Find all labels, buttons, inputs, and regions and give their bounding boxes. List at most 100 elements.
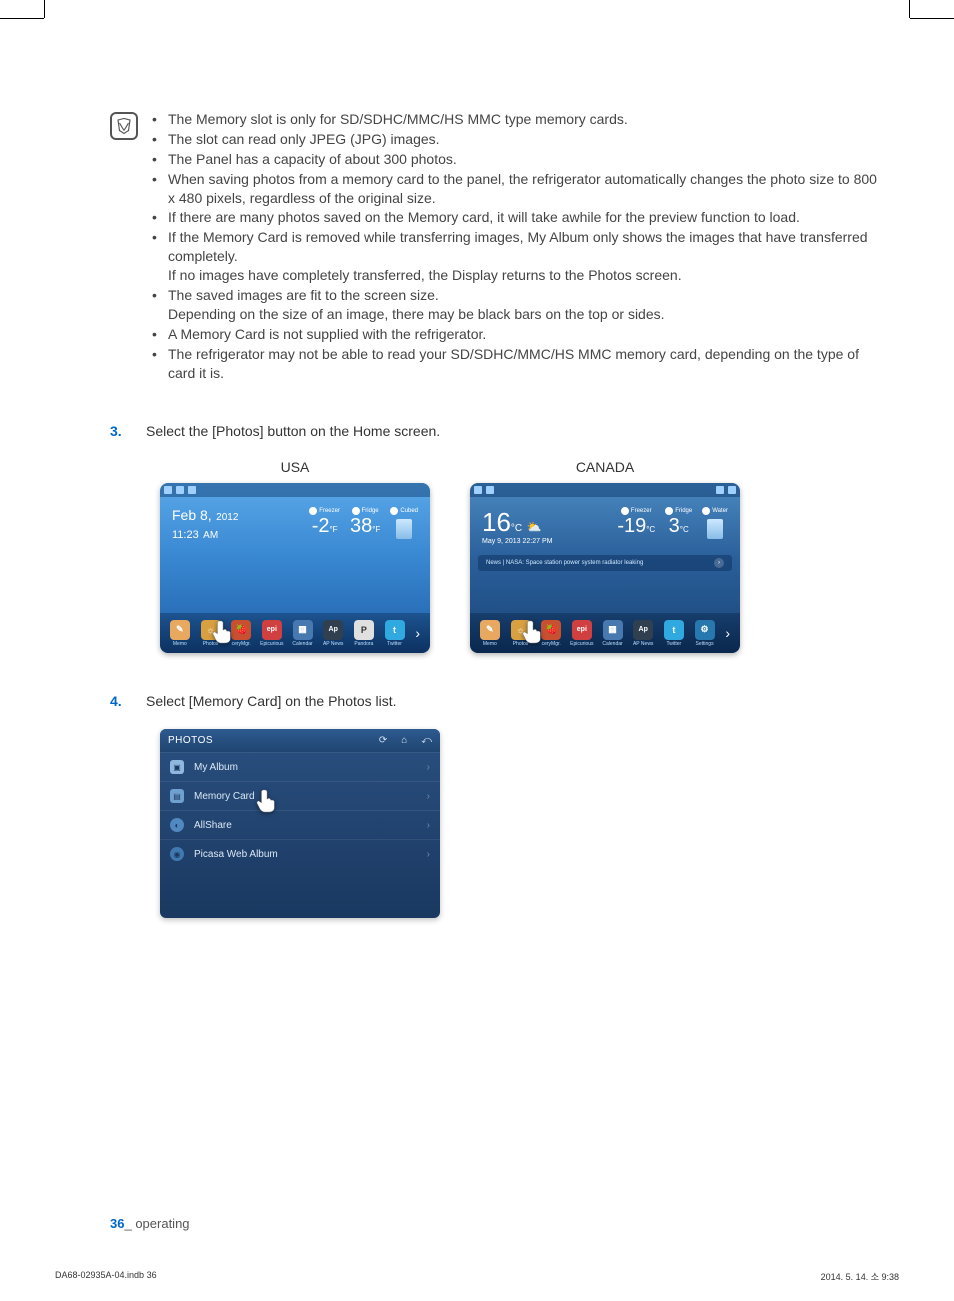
- row-label: Memory Card: [194, 791, 427, 802]
- usa-label: USA: [160, 459, 430, 475]
- note-bullet: The Panel has a capacity of about 300 ph…: [150, 150, 884, 169]
- print-metadata: DA68-02935A-04.indb 36 2014. 5. 14. 소 9…: [55, 1270, 899, 1283]
- water-icon: [702, 507, 710, 515]
- note-icon: [110, 112, 138, 140]
- app-label: Calendar: [292, 641, 312, 647]
- app-label: Memo: [173, 641, 187, 647]
- chevron-right-icon: ›: [427, 762, 430, 773]
- app-label: Settings: [696, 641, 714, 647]
- app-apnews[interactable]: ApAP News: [319, 620, 347, 647]
- status-icon: [176, 486, 184, 494]
- ice-mode[interactable]: Cubed: [390, 507, 418, 539]
- freezer-icon: [621, 507, 629, 515]
- note-text: The saved images are fit to the screen s…: [168, 287, 439, 303]
- list-row-myalbum[interactable]: ▣ My Album ›: [160, 752, 440, 781]
- photos-title: PHOTOS: [168, 735, 213, 746]
- list-row-memorycard[interactable]: ▤ Memory Card ›: [160, 781, 440, 810]
- note-text: The Memory slot is only for SD/SDHC/MMC/…: [168, 111, 628, 127]
- refresh-icon[interactable]: ⟳: [379, 735, 387, 746]
- note-subtext: Depending on the size of an image, there…: [168, 305, 884, 324]
- news-text: News | NASA: Space station power system …: [486, 560, 643, 566]
- note-bullet: The refrigerator may not be able to read…: [150, 345, 884, 383]
- app-label: Memo: [483, 641, 497, 647]
- fridge-label: Fridge: [675, 508, 692, 514]
- news-ticker[interactable]: News | NASA: Space station power system …: [478, 555, 732, 571]
- home-icon[interactable]: ⌂: [401, 735, 407, 746]
- list-row-allshare[interactable]: ◐ AllShare ›: [160, 810, 440, 839]
- app-twitter[interactable]: tTwitter: [660, 620, 688, 647]
- app-epicurious[interactable]: epiEpicurious: [258, 620, 286, 647]
- water-label: Water: [712, 508, 728, 514]
- note-bullet: A Memory Card is not supplied with the r…: [150, 325, 884, 344]
- tray-next-icon[interactable]: ›: [721, 625, 734, 641]
- app-label: Twitter: [667, 641, 682, 647]
- pointer-hand-icon: [256, 788, 278, 814]
- app-memo[interactable]: ✎Memo: [166, 620, 194, 647]
- memo-icon: ✎: [170, 620, 190, 640]
- time: 11:23: [172, 529, 199, 541]
- grocery-icon: 🍓: [231, 620, 251, 640]
- fridge-unit: °F: [372, 525, 380, 534]
- freezer-icon: [309, 507, 317, 515]
- list-row-picasa[interactable]: ◉ Picasa Web Album ›: [160, 839, 440, 868]
- row-label: AllShare: [194, 820, 427, 831]
- status-bar: [160, 483, 430, 497]
- app-tray: ✎Memo ☼Photos 🍓ceryMgr. epiEpicurious ▦C…: [470, 613, 740, 653]
- fridge-temp[interactable]: Fridge 38°F: [350, 507, 380, 538]
- memo-icon: ✎: [480, 620, 500, 640]
- year: 2012: [216, 512, 238, 523]
- tray-next-icon[interactable]: ›: [411, 625, 424, 641]
- epi-icon: epi: [262, 620, 282, 640]
- wifi-icon: [474, 486, 482, 494]
- fridge-icon: [665, 507, 673, 515]
- twitter-icon: t: [385, 620, 405, 640]
- fridge-temp[interactable]: Fridge 3°C: [665, 507, 692, 538]
- app-calendar[interactable]: ▦Calendar: [289, 620, 317, 647]
- fridge-value: 3: [669, 515, 680, 537]
- note-text: When saving photos from a memory card to…: [168, 171, 877, 206]
- page-footer: 36_ operating: [110, 1216, 190, 1231]
- fridge-label: Fridge: [362, 508, 379, 514]
- ap-icon: Ap: [633, 620, 653, 640]
- pointer-hand-icon: [212, 619, 234, 645]
- note-bullet: If there are many photos saved on the Me…: [150, 208, 884, 227]
- freezer-temp[interactable]: Freezer -19°C: [617, 507, 655, 538]
- note-bullet: If the Memory Card is removed while tran…: [150, 228, 884, 285]
- lock-icon: [728, 486, 736, 494]
- app-apnews[interactable]: ApAP News: [629, 620, 657, 647]
- freezer-temp[interactable]: Freezer -2°F: [309, 507, 340, 538]
- app-label: AP News: [323, 641, 343, 647]
- water-mode[interactable]: Water: [702, 507, 728, 539]
- grocery-icon: 🍓: [541, 620, 561, 640]
- status-icon: [188, 486, 196, 494]
- weather-block: 16°C ⛅ May 9, 2013 22:27 PM: [482, 507, 552, 545]
- photos-panel: PHOTOS ⟳ ⌂ ⤺ ▣ My Album › ▤ Memory Card …: [160, 729, 440, 918]
- print-file: DA68-02935A-04.indb 36: [55, 1270, 157, 1283]
- news-next-icon[interactable]: ›: [714, 558, 724, 568]
- note-text: A Memory Card is not supplied with the r…: [168, 326, 486, 342]
- app-memo[interactable]: ✎Memo: [476, 620, 504, 647]
- ampm: AM: [203, 530, 218, 541]
- note-text: The refrigerator may not be able to read…: [168, 346, 859, 381]
- twitter-icon: t: [664, 620, 684, 640]
- step-4: 4. Select [Memory Card] on the Photos li…: [110, 693, 884, 709]
- app-label: Calendar: [602, 641, 622, 647]
- note-bullet: The Memory slot is only for SD/SDHC/MMC/…: [150, 110, 884, 129]
- album-icon: ▣: [170, 760, 184, 774]
- status-icon: [716, 486, 724, 494]
- app-calendar[interactable]: ▦Calendar: [599, 620, 627, 647]
- canada-label: CANADA: [470, 459, 740, 475]
- cup-icon: [707, 519, 723, 539]
- datetime: May 9, 2013 22:27: [482, 538, 540, 545]
- app-twitter[interactable]: tTwitter: [381, 620, 409, 647]
- note-bullet: The slot can read only JPEG (JPG) images…: [150, 130, 884, 149]
- app-pandora[interactable]: PPandora: [350, 620, 378, 647]
- app-settings[interactable]: ⚙Settings: [691, 620, 719, 647]
- back-icon[interactable]: ⤺: [421, 735, 432, 746]
- app-label: ceryMgr.: [542, 641, 561, 647]
- row-label: My Album: [194, 762, 427, 773]
- app-label: AP News: [633, 641, 653, 647]
- pointer-hand-icon: [522, 619, 544, 645]
- app-epicurious[interactable]: epiEpicurious: [568, 620, 596, 647]
- cubed-label: Cubed: [400, 508, 418, 514]
